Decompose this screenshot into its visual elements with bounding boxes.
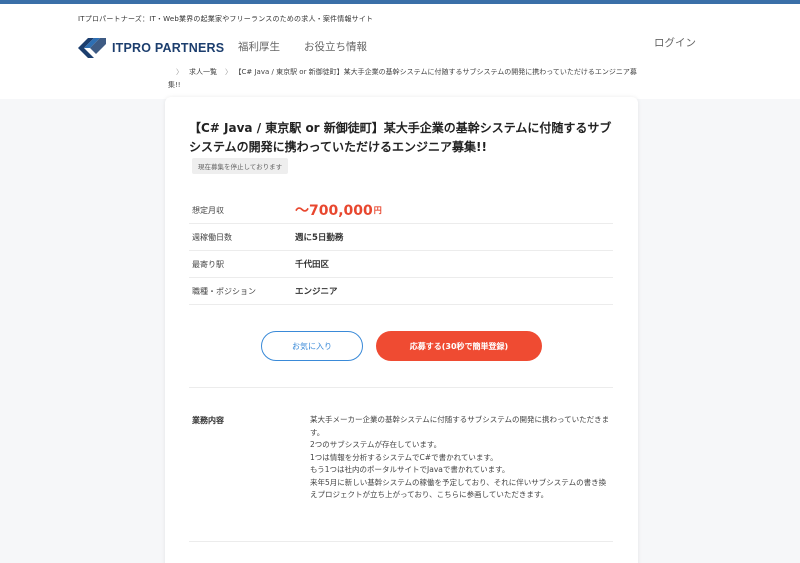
site-tagline: ITプロパートナーズ：IT・Web業界の起業家やフリーランスのための求人・案件情… [78, 15, 374, 23]
main-nav: 福利厚生 お役立ち情報 [238, 39, 367, 54]
position-label: 職種・ポジション [192, 286, 256, 296]
nav-item-benefits[interactable]: 福利厚生 [238, 39, 280, 54]
salary-value: 〜700,000 [295, 203, 373, 219]
detail-label: 業務内容 [192, 416, 224, 425]
position-value: エンジニア [295, 287, 338, 297]
detail-line: 2つのサブシステムが存在しています。 [310, 440, 442, 449]
work-days-row: 週稼働日数 週に5日勤務 [189, 224, 613, 251]
station-label: 最寄り駅 [192, 259, 224, 269]
site-logo[interactable]: ITPRO PARTNERS [78, 38, 224, 58]
breadcrumb-item-current: 【C# Java / 東京駅 or 新御徒町】某大手企業の基幹システムに付随する… [168, 68, 637, 89]
detail-line: 某大手メーカー企業の基幹システムに付随するサブシステムの開発に携わっていただきま… [310, 415, 610, 437]
work-days-value: 週に5日勤務 [295, 233, 344, 243]
work-days-label: 週稼働日数 [192, 232, 232, 242]
station-row: 最寄り駅 千代田区 [189, 251, 613, 278]
salary-unit: 円 [373, 205, 382, 215]
detail-line: もう1つは社内のポータルサイトでJavaで書かれています。 [310, 465, 510, 474]
job-title: 【C# Java / 東京駅 or 新御徒町】某大手企業の基幹システムに付随する… [189, 121, 612, 154]
status-badge: 現在募集を停止しております [192, 158, 289, 174]
salary-label: 想定月収 [192, 205, 224, 215]
login-link[interactable]: ログイン [654, 35, 696, 50]
logo-mark-icon [78, 38, 106, 58]
nav-item-useful-info[interactable]: お役立ち情報 [304, 39, 367, 54]
apply-button[interactable]: 応募する(30秒で簡単登録) [376, 331, 542, 361]
job-detail-card: 【C# Java / 東京駅 or 新御徒町】某大手企業の基幹システムに付随する… [165, 97, 638, 563]
station-value: 千代田区 [295, 260, 330, 270]
breadcrumb: 〉求人一覧〉【C# Java / 東京駅 or 新御徒町】某大手企業の基幹システ… [168, 66, 638, 92]
salary-row: 想定月収 〜700,000 円 [189, 197, 613, 224]
detail-text: 某大手メーカー企業の基幹システムに付随するサブシステムの開発に携わっていただきま… [310, 414, 610, 502]
section-divider [189, 387, 613, 388]
detail-line: 来年5月に新しい基幹システムの稼働を予定しており、それに伴いサブシステムの書き換… [310, 477, 607, 500]
breadcrumb-chevron-icon: 〉 [176, 68, 183, 76]
position-row: 職種・ポジション エンジニア [189, 278, 613, 305]
breadcrumb-chevron-icon: 〉 [225, 68, 232, 76]
breadcrumb-item-job-list[interactable]: 求人一覧 [189, 68, 217, 76]
detail-line: 1つは情報を分析するシステムでC#で書かれています。 [310, 452, 498, 462]
favorite-button[interactable]: お気に入り [261, 331, 363, 361]
logo-text: ITPRO PARTNERS [112, 41, 225, 55]
section-divider [189, 541, 613, 542]
